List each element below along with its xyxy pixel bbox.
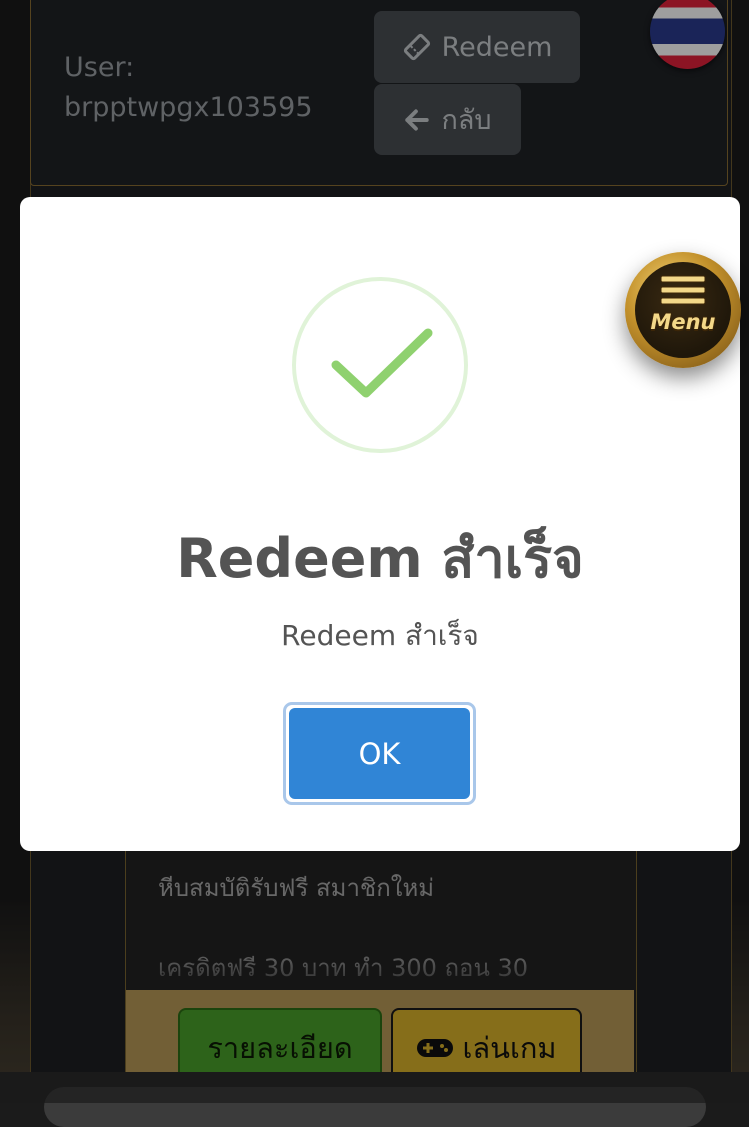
menu-label: Menu [650, 310, 716, 334]
floating-menu-button[interactable]: Menu [625, 252, 741, 368]
ok-button[interactable]: OK [289, 708, 470, 799]
modal-message: Redeem สำเร็จ [281, 619, 479, 652]
success-check-icon [331, 328, 433, 398]
modal-title: Redeem สำเร็จ [176, 527, 584, 590]
hamburger-icon [660, 275, 706, 305]
